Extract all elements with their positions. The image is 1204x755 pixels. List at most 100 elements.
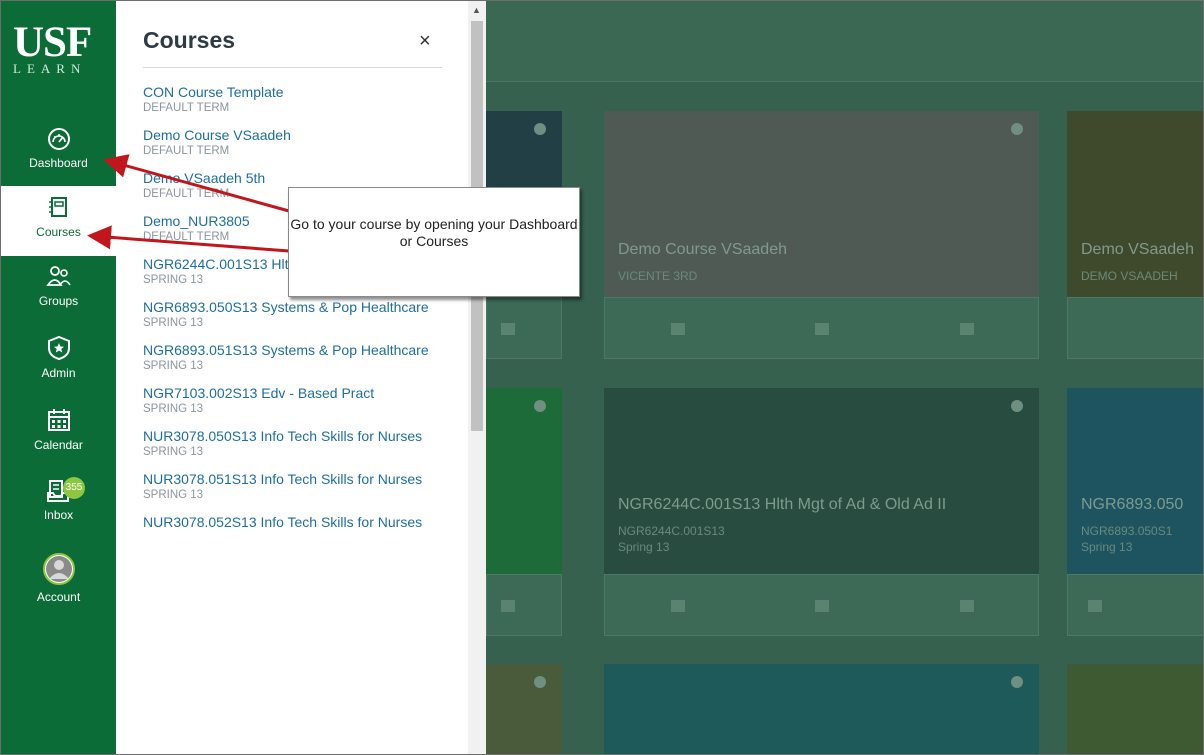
- nav-admin-label: Admin: [41, 366, 76, 380]
- global-navigation: USF LEARN Dashboard Courses Groups Admin…: [1, 1, 116, 754]
- course-link[interactable]: Demo Course VSaadeh: [143, 126, 433, 144]
- course-card[interactable]: [486, 664, 562, 754]
- course-list-item[interactable]: NGR7103.002S13 Edv - Based Pract SPRING 1…: [143, 384, 433, 417]
- close-icon[interactable]: ×: [419, 30, 431, 53]
- card-hero: [1067, 664, 1203, 754]
- card-hero: [486, 388, 562, 574]
- course-list-item[interactable]: NGR6893.051S13 Systems & Pop Healthcare S…: [143, 341, 433, 374]
- course-link[interactable]: NGR6893.051S13 Systems & Pop Healthcare: [143, 341, 433, 359]
- gear-icon[interactable]: [534, 123, 546, 135]
- course-link[interactable]: Demo VSaadeh 5th: [143, 169, 433, 187]
- course-card[interactable]: NGR6244C.001S13 Hlth Mgt of Ad & Old Ad …: [604, 388, 1039, 636]
- assignments-icon[interactable]: [815, 600, 829, 612]
- canvas-window: USF LEARN Dashboard Courses Groups Admin…: [0, 0, 1204, 755]
- nav-admin[interactable]: Admin: [1, 335, 116, 407]
- nav-account[interactable]: Account: [1, 553, 116, 625]
- gear-icon[interactable]: [534, 676, 546, 688]
- logo-learn-text: LEARN: [13, 61, 87, 76]
- nav-groups[interactable]: Groups: [1, 263, 116, 335]
- card-term: Spring 13: [1081, 540, 1133, 554]
- course-list-item[interactable]: NUR3078.052S13 Info Tech Skills for Nurs…: [143, 513, 433, 531]
- gear-icon[interactable]: [534, 400, 546, 412]
- gear-icon[interactable]: [1011, 123, 1023, 135]
- course-list-item[interactable]: NUR3078.050S13 Info Tech Skills for Nurs…: [143, 427, 433, 460]
- course-term: SPRING 13: [143, 317, 204, 329]
- discussion-icon[interactable]: [501, 600, 515, 612]
- gear-icon[interactable]: [1011, 400, 1023, 412]
- course-list: CON Course Template DEFAULT TERM Demo Cour…: [143, 83, 433, 541]
- course-link[interactable]: NGR6893.050S13 Systems & Pop Healthcare: [143, 298, 433, 316]
- card-title[interactable]: Demo Course VSaadeh: [618, 241, 787, 259]
- nav-calendar-label: Calendar: [34, 438, 83, 452]
- announcements-icon[interactable]: [1088, 600, 1102, 612]
- account-avatar-icon: [42, 553, 75, 585]
- course-term: SPRING 13: [143, 446, 204, 458]
- card-subtitle: NGR6244C.001S13: [618, 524, 725, 538]
- card-subtitle: VICENTE 3RD: [618, 269, 698, 283]
- discussion-icon[interactable]: [501, 323, 515, 335]
- nav-courses[interactable]: Courses: [1, 186, 116, 256]
- dashboard-header: [486, 1, 1203, 81]
- card-actions: [1067, 574, 1203, 636]
- tray-scrollbar[interactable]: ▲: [468, 1, 486, 754]
- usf-learn-logo[interactable]: USF LEARN: [13, 19, 109, 78]
- card-actions: [1067, 297, 1203, 359]
- card-subtitle: DEMO VSAADEH: [1081, 269, 1178, 283]
- card-actions: [604, 574, 1039, 636]
- logo-usf-text: USF: [13, 19, 92, 66]
- course-term: DEFAULT TERM: [143, 102, 230, 114]
- course-card[interactable]: [604, 664, 1039, 754]
- calendar-icon: [47, 409, 70, 431]
- groups-people-icon: [45, 266, 71, 286]
- course-link[interactable]: NGR7103.002S13 Edv - Based Pract: [143, 384, 433, 402]
- nav-inbox-label: Inbox: [43, 508, 74, 522]
- assignments-icon[interactable]: [815, 323, 829, 335]
- announcements-icon[interactable]: [671, 323, 685, 335]
- nav-account-label: Account: [36, 590, 81, 604]
- card-title[interactable]: Demo VSaadeh: [1081, 241, 1194, 259]
- card-title[interactable]: NGR6244C.001S13 Hlth Mgt of Ad & Old Ad …: [618, 496, 946, 514]
- card-actions: [486, 297, 562, 359]
- course-card[interactable]: Demo Course VSaadeh VICENTE 3RD: [604, 111, 1039, 359]
- card-hero: [604, 664, 1039, 754]
- card-actions: [604, 297, 1039, 359]
- card-actions: [486, 574, 562, 636]
- course-card[interactable]: Demo VSaadeh DEMO VSAADEH: [1067, 111, 1203, 359]
- gear-icon[interactable]: [1011, 676, 1023, 688]
- course-card[interactable]: NGR6893.050 NGR6893.050S1 Spring 13: [1067, 388, 1203, 636]
- course-card[interactable]: [1067, 664, 1203, 754]
- card-hero: [486, 664, 562, 754]
- course-term: SPRING 13: [143, 403, 204, 415]
- announcements-icon[interactable]: [671, 600, 685, 612]
- nav-groups-label: Groups: [38, 294, 79, 308]
- dashboard-area: Demo Course VSaadeh VICENTE 3RD Demo VSa…: [486, 1, 1203, 754]
- nav-inbox[interactable]: 355 Inbox: [1, 477, 116, 549]
- scroll-up-icon[interactable]: ▲: [472, 5, 481, 15]
- course-link[interactable]: NUR3078.052S13 Info Tech Skills for Nurs…: [143, 513, 433, 531]
- tray-divider: [143, 67, 442, 68]
- course-link[interactable]: CON Course Template: [143, 83, 433, 101]
- course-card[interactable]: [486, 388, 562, 636]
- courses-tray: Courses × CON Course Template DEFAULT TER…: [116, 1, 486, 754]
- course-list-item[interactable]: Demo Course VSaadeh DEFAULT TERM: [143, 126, 433, 159]
- course-link[interactable]: NUR3078.050S13 Info Tech Skills for Nurs…: [143, 427, 433, 445]
- nav-dashboard-label: Dashboard: [29, 156, 88, 170]
- course-term: DEFAULT TERM: [143, 145, 230, 157]
- course-list-item[interactable]: NUR3078.051S13 Info Tech Skills for Nurs…: [143, 470, 433, 503]
- course-list-item[interactable]: CON Course Template DEFAULT TERM: [143, 83, 433, 116]
- inbox-unread-badge: 355: [63, 477, 85, 499]
- card-subtitle: NGR6893.050S1: [1081, 524, 1173, 538]
- nav-calendar[interactable]: Calendar: [1, 407, 116, 479]
- course-list-item[interactable]: NGR6893.050S13 Systems & Pop Healthcare S…: [143, 298, 433, 331]
- course-term: SPRING 13: [143, 360, 204, 372]
- discussion-icon[interactable]: [960, 323, 974, 335]
- card-term: Spring 13: [618, 540, 670, 554]
- discussion-icon[interactable]: [960, 600, 974, 612]
- courses-book-icon: [48, 197, 67, 217]
- course-link[interactable]: NUR3078.051S13 Info Tech Skills for Nurs…: [143, 470, 433, 488]
- admin-shield-icon: [47, 335, 70, 361]
- header-divider: [486, 81, 1203, 82]
- card-title[interactable]: NGR6893.050: [1081, 496, 1183, 514]
- tray-title: Courses: [143, 27, 236, 53]
- dashboard-gauge-icon: [47, 128, 70, 150]
